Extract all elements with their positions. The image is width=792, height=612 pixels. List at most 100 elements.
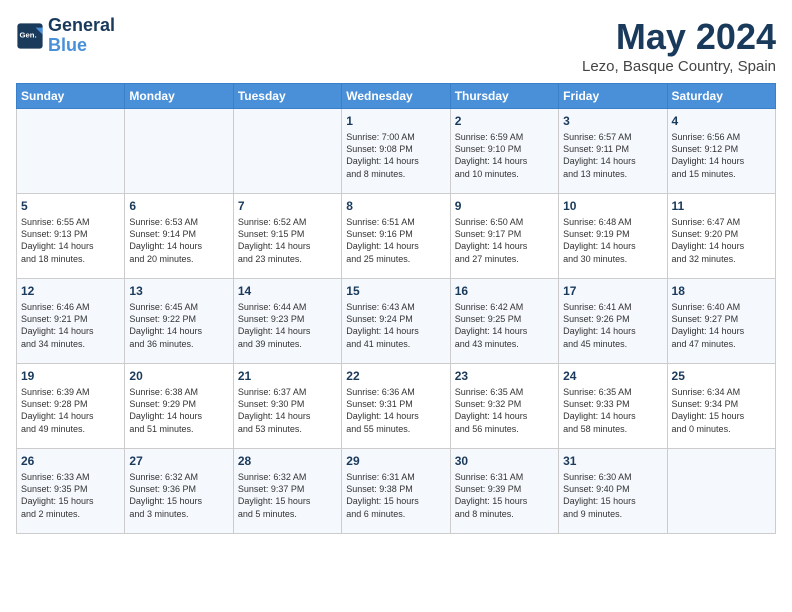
day-of-week-header: Wednesday xyxy=(342,84,450,109)
cell-content: Sunrise: 6:51 AM Sunset: 9:16 PM Dayligh… xyxy=(346,216,445,265)
calendar-cell: 6 Sunrise: 6:53 AM Sunset: 9:14 PM Daylig… xyxy=(125,194,233,279)
logo-line1: General xyxy=(48,16,115,36)
calendar-cell: 19Sunrise: 6:39 AM Sunset: 9:28 PM Dayli… xyxy=(17,364,125,449)
calendar-header: SundayMondayTuesdayWednesdayThursdayFrid… xyxy=(17,84,776,109)
day-number: 28 xyxy=(238,453,337,469)
calendar-week-row: 12Sunrise: 6:46 AM Sunset: 9:21 PM Dayli… xyxy=(17,279,776,364)
day-number: 6 xyxy=(129,198,228,214)
svg-text:Gen.: Gen. xyxy=(20,30,37,39)
calendar-cell: 21Sunrise: 6:37 AM Sunset: 9:30 PM Dayli… xyxy=(233,364,341,449)
day-number: 9 xyxy=(455,198,554,214)
cell-content: Sunrise: 6:30 AM Sunset: 9:40 PM Dayligh… xyxy=(563,471,662,520)
day-number: 11 xyxy=(672,198,771,214)
day-of-week-header: Saturday xyxy=(667,84,775,109)
cell-content: Sunrise: 6:32 AM Sunset: 9:37 PM Dayligh… xyxy=(238,471,337,520)
calendar-cell: 16 Sunrise: 6:42 AM Sunset: 9:25 PM Dayli… xyxy=(450,279,558,364)
cell-content: Sunrise: 6:38 AM Sunset: 9:29 PM Dayligh… xyxy=(129,386,228,435)
cell-content: Sunrise: 6:31 AM Sunset: 9:39 PM Dayligh… xyxy=(455,471,554,520)
calendar-cell: 30 Sunrise: 6:31 AM Sunset: 9:39 PM Dayli… xyxy=(450,449,558,534)
logo-text: General Blue xyxy=(48,16,115,56)
calendar-cell: 24Sunrise: 6:35 AM Sunset: 9:33 PM Dayli… xyxy=(559,364,667,449)
day-number: 23 xyxy=(455,368,554,384)
cell-content: Sunrise: 6:44 AM Sunset: 9:23 PM Dayligh… xyxy=(238,301,337,350)
calendar-cell: 12Sunrise: 6:46 AM Sunset: 9:21 PM Dayli… xyxy=(17,279,125,364)
calendar-cell: 26Sunrise: 6:33 AM Sunset: 9:35 PM Dayli… xyxy=(17,449,125,534)
cell-content: Sunrise: 6:43 AM Sunset: 9:24 PM Dayligh… xyxy=(346,301,445,350)
calendar-cell: 18 Sunrise: 6:40 AM Sunset: 9:27 PM Dayli… xyxy=(667,279,775,364)
calendar-cell: 17 Sunrise: 6:41 AM Sunset: 9:26 PM Dayli… xyxy=(559,279,667,364)
day-number: 15 xyxy=(346,283,445,299)
day-number: 29 xyxy=(346,453,445,469)
calendar-cell: 22 Sunrise: 6:36 AM Sunset: 9:31 PM Dayli… xyxy=(342,364,450,449)
day-of-week-header: Sunday xyxy=(17,84,125,109)
title-block: May 2024 Lezo, Basque Country, Spain xyxy=(582,16,776,75)
cell-content: Sunrise: 6:40 AM Sunset: 9:27 PM Dayligh… xyxy=(672,301,771,350)
day-number: 20 xyxy=(129,368,228,384)
day-number: 16 xyxy=(455,283,554,299)
day-number: 30 xyxy=(455,453,554,469)
calendar-cell: 29 Sunrise: 6:31 AM Sunset: 9:38 PM Dayli… xyxy=(342,449,450,534)
calendar-week-row: 19Sunrise: 6:39 AM Sunset: 9:28 PM Dayli… xyxy=(17,364,776,449)
calendar-cell: 31Sunrise: 6:30 AM Sunset: 9:40 PM Dayli… xyxy=(559,449,667,534)
calendar-cell: 1 Sunrise: 7:00 AM Sunset: 9:08 PM Daylig… xyxy=(342,109,450,194)
calendar-week-row: 1 Sunrise: 7:00 AM Sunset: 9:08 PM Daylig… xyxy=(17,109,776,194)
cell-content: Sunrise: 6:50 AM Sunset: 9:17 PM Dayligh… xyxy=(455,216,554,265)
day-number: 17 xyxy=(563,283,662,299)
cell-content: Sunrise: 6:32 AM Sunset: 9:36 PM Dayligh… xyxy=(129,471,228,520)
day-number: 3 xyxy=(563,113,662,129)
cell-content: Sunrise: 6:55 AM Sunset: 9:13 PM Dayligh… xyxy=(21,216,120,265)
calendar-cell: 13 Sunrise: 6:45 AM Sunset: 9:22 PM Dayli… xyxy=(125,279,233,364)
calendar-cell: 27Sunrise: 6:32 AM Sunset: 9:36 PM Dayli… xyxy=(125,449,233,534)
cell-content: Sunrise: 6:41 AM Sunset: 9:26 PM Dayligh… xyxy=(563,301,662,350)
day-number: 5 xyxy=(21,198,120,214)
calendar-body: 1 Sunrise: 7:00 AM Sunset: 9:08 PM Daylig… xyxy=(17,109,776,534)
day-of-week-header: Thursday xyxy=(450,84,558,109)
day-of-week-header: Monday xyxy=(125,84,233,109)
day-number: 8 xyxy=(346,198,445,214)
cell-content: Sunrise: 6:42 AM Sunset: 9:25 PM Dayligh… xyxy=(455,301,554,350)
calendar-cell xyxy=(17,109,125,194)
page-header: Gen. General Blue May 2024 Lezo, Basque … xyxy=(16,16,776,75)
calendar-cell: 10 Sunrise: 6:48 AM Sunset: 9:19 PM Dayli… xyxy=(559,194,667,279)
day-of-week-header: Friday xyxy=(559,84,667,109)
cell-content: Sunrise: 7:00 AM Sunset: 9:08 PM Dayligh… xyxy=(346,131,445,180)
calendar-cell: 3Sunrise: 6:57 AM Sunset: 9:11 PM Daylig… xyxy=(559,109,667,194)
calendar-cell: 25Sunrise: 6:34 AM Sunset: 9:34 PM Dayli… xyxy=(667,364,775,449)
logo-line2: Blue xyxy=(48,35,87,55)
day-number: 7 xyxy=(238,198,337,214)
calendar-cell: 5 Sunrise: 6:55 AM Sunset: 9:13 PM Daylig… xyxy=(17,194,125,279)
calendar-week-row: 5 Sunrise: 6:55 AM Sunset: 9:13 PM Daylig… xyxy=(17,194,776,279)
day-of-week-header: Tuesday xyxy=(233,84,341,109)
cell-content: Sunrise: 6:36 AM Sunset: 9:31 PM Dayligh… xyxy=(346,386,445,435)
day-number: 4 xyxy=(672,113,771,129)
day-number: 18 xyxy=(672,283,771,299)
day-number: 21 xyxy=(238,368,337,384)
cell-content: Sunrise: 6:34 AM Sunset: 9:34 PM Dayligh… xyxy=(672,386,771,435)
calendar-cell xyxy=(233,109,341,194)
day-number: 13 xyxy=(129,283,228,299)
calendar-week-row: 26Sunrise: 6:33 AM Sunset: 9:35 PM Dayli… xyxy=(17,449,776,534)
day-number: 10 xyxy=(563,198,662,214)
location: Lezo, Basque Country, Spain xyxy=(582,58,776,75)
calendar-table: SundayMondayTuesdayWednesdayThursdayFrid… xyxy=(16,83,776,534)
calendar-cell: 2Sunrise: 6:59 AM Sunset: 9:10 PM Daylig… xyxy=(450,109,558,194)
cell-content: Sunrise: 6:48 AM Sunset: 9:19 PM Dayligh… xyxy=(563,216,662,265)
calendar-cell: 15 Sunrise: 6:43 AM Sunset: 9:24 PM Dayli… xyxy=(342,279,450,364)
cell-content: Sunrise: 6:53 AM Sunset: 9:14 PM Dayligh… xyxy=(129,216,228,265)
day-number: 26 xyxy=(21,453,120,469)
cell-content: Sunrise: 6:35 AM Sunset: 9:33 PM Dayligh… xyxy=(563,386,662,435)
calendar-cell: 28 Sunrise: 6:32 AM Sunset: 9:37 PM Dayli… xyxy=(233,449,341,534)
day-number: 22 xyxy=(346,368,445,384)
day-number: 1 xyxy=(346,113,445,129)
cell-content: Sunrise: 6:45 AM Sunset: 9:22 PM Dayligh… xyxy=(129,301,228,350)
calendar-cell: 4Sunrise: 6:56 AM Sunset: 9:12 PM Daylig… xyxy=(667,109,775,194)
calendar-cell: 11Sunrise: 6:47 AM Sunset: 9:20 PM Dayli… xyxy=(667,194,775,279)
day-number: 2 xyxy=(455,113,554,129)
calendar-cell: 20 Sunrise: 6:38 AM Sunset: 9:29 PM Dayli… xyxy=(125,364,233,449)
day-number: 14 xyxy=(238,283,337,299)
month-title: May 2024 xyxy=(582,16,776,58)
day-number: 19 xyxy=(21,368,120,384)
cell-content: Sunrise: 6:31 AM Sunset: 9:38 PM Dayligh… xyxy=(346,471,445,520)
logo-icon: Gen. xyxy=(16,22,44,50)
calendar-cell xyxy=(667,449,775,534)
